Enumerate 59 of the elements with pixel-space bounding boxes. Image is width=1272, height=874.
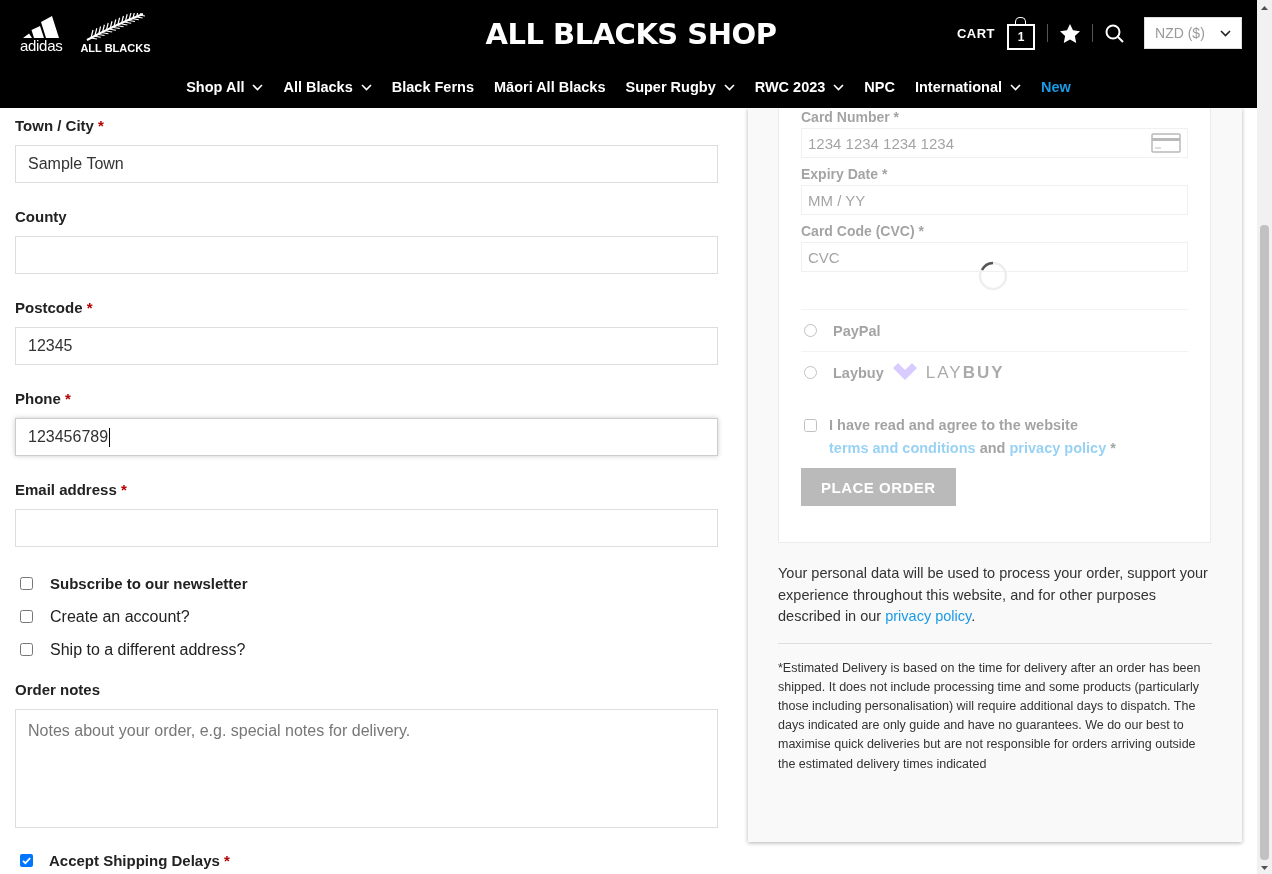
input-field[interactable]: Sample Town [15, 145, 718, 183]
chevron-down-icon [1010, 83, 1021, 91]
scrollbar-thumb[interactable] [1260, 225, 1269, 860]
nav-link[interactable]: Black Ferns [391, 79, 474, 95]
checkbox[interactable] [20, 643, 33, 656]
input-field[interactable]: 123456789 [15, 418, 718, 456]
logo-text: adidas [20, 38, 63, 53]
payment-method-label: PayPal [833, 322, 881, 339]
input-field[interactable] [15, 509, 718, 547]
checkbox-label: Create an account? [50, 607, 190, 626]
input-field[interactable]: 12345 [15, 327, 718, 365]
chevron-down-icon [360, 83, 372, 91]
nav-link[interactable]: RWC 2023 [754, 79, 845, 95]
nav-link[interactable]: Shop All [186, 79, 264, 95]
field-label: Order notes [15, 680, 102, 700]
nav-link[interactable]: All Blacks [283, 79, 372, 95]
shop-title: ALL BLACKS SHOP [485, 16, 777, 51]
checkbox[interactable] [20, 610, 33, 623]
text-cursor [109, 427, 111, 447]
nav-link[interactable]: New [1041, 79, 1071, 95]
star-icon[interactable] [1060, 23, 1080, 43]
field-label: Email address * [15, 480, 128, 500]
checkbox[interactable] [20, 577, 33, 590]
credit-card-icon [1151, 133, 1181, 153]
field-label: Postcode * [15, 298, 94, 318]
checkbox[interactable] [20, 854, 33, 867]
field-label: County [15, 207, 68, 227]
loading-spinner-icon [978, 261, 1008, 291]
checkbox-label: Ship to a different address? [50, 640, 246, 659]
checkbox-label: Accept Shipping Delays * [49, 852, 230, 869]
nav-link[interactable]: International [915, 79, 1021, 95]
logo-text: ALL BLACKS [80, 41, 151, 54]
laybuy-logo-text: LAYBUY [925, 362, 1005, 383]
delivery-disclaimer-text: *Estimated Delivery is based on the time for delivery after an order has been shipped. It does not include processing time and some products (particularly those including personalisation) will require additional days to dispatch. The days indicated are only guide and have no guarantees. We do our best to maximise quick deliveries but are not responsible for orders arriving outside the estimated delivery times indicated [778, 659, 1202, 773]
checkbox[interactable] [804, 419, 817, 432]
chevron-down-icon [723, 83, 735, 91]
input-field[interactable] [15, 236, 718, 274]
fern-logo-icon [85, 12, 146, 41]
field-label: Town / City * [15, 116, 105, 136]
field-label: Expiry Date * [801, 166, 889, 182]
radio-button[interactable] [804, 366, 817, 379]
field-label: Card Code (CVC) * [801, 223, 925, 239]
cart-link[interactable]: CART [956, 25, 995, 41]
terms-text: I have read and agree to the website terms and conditions and privacy policy * [829, 416, 1117, 458]
chevron-down-icon [1220, 29, 1231, 37]
search-icon[interactable] [1105, 23, 1124, 43]
radio-button[interactable] [804, 324, 817, 337]
checkbox-label: Subscribe to our newsletter [50, 575, 248, 592]
payment-method-label: Laybuy [833, 364, 884, 381]
notes-textarea[interactable]: Notes about your order, e.g. special notes for delivery. [15, 709, 718, 828]
chevron-down-icon [252, 83, 264, 91]
three-stripes-logo-icon [21, 13, 62, 38]
privacy-notice-text: Your personal data will be used to process your order, support your experience throughout this website, and for other purposes described in our privacy policy. [778, 563, 1212, 644]
nav-link[interactable]: Super Rugby [625, 79, 735, 95]
nav-link[interactable]: Māori All Blacks [494, 79, 606, 95]
nav-link[interactable]: NPC [864, 79, 895, 95]
chevron-down-icon [833, 83, 845, 91]
field-label: Phone * [15, 389, 72, 409]
field-label: Card Number * [801, 109, 901, 125]
